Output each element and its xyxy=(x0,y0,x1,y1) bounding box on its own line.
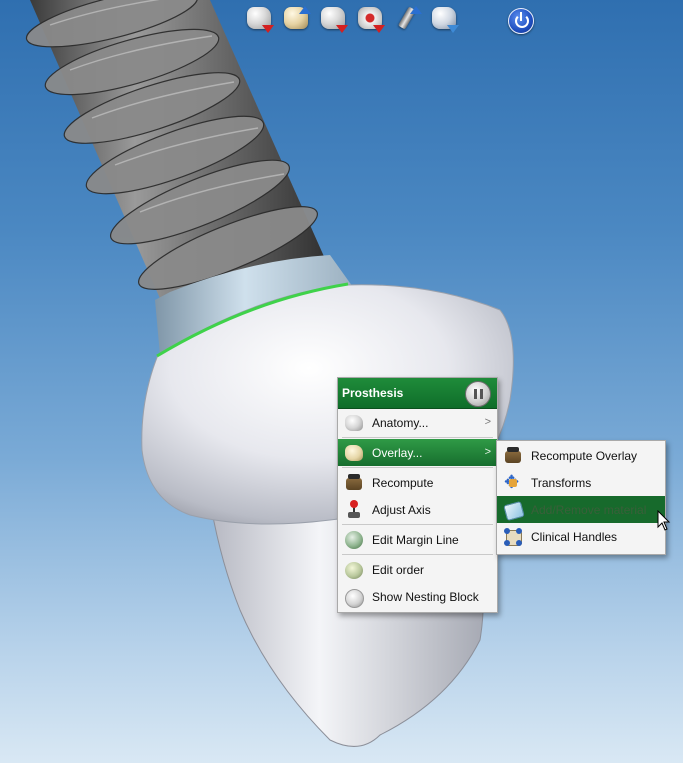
top-toolbar xyxy=(244,4,535,35)
anatomy-icon xyxy=(344,413,364,433)
chevron-right-icon: > xyxy=(484,446,491,458)
menu-item-label: Anatomy... xyxy=(372,415,429,430)
menu-item-adjust-axis[interactable]: Adjust Axis xyxy=(338,496,497,523)
add-remove-material-icon xyxy=(503,500,525,521)
menu-header: Prosthesis xyxy=(338,378,497,409)
menu-item-label: Edit Margin Line xyxy=(372,532,459,547)
submenu-item-clinical-handles[interactable]: Clinical Handles xyxy=(497,523,665,550)
menu-item-label: Recompute Overlay xyxy=(531,448,638,463)
menu-item-edit-order[interactable]: Edit order xyxy=(338,556,497,583)
menu-title: Prosthesis xyxy=(342,386,404,400)
3d-viewport[interactable]: Prosthesis Anatomy... > Overlay... > Rec… xyxy=(0,0,683,763)
menu-item-label: Transforms xyxy=(531,475,592,490)
nesting-block-icon xyxy=(344,587,364,608)
tooth-export-tool-icon[interactable] xyxy=(318,4,349,35)
chevron-right-icon: > xyxy=(484,416,491,428)
transforms-icon xyxy=(503,472,523,493)
margin-line-icon xyxy=(344,530,364,550)
menu-item-label: Recompute xyxy=(372,475,434,490)
submenu-item-add-remove-material[interactable]: Add/Remove material xyxy=(497,496,665,523)
overlay-submenu: Recompute Overlay Transforms Add/Remove … xyxy=(496,440,666,555)
clinical-handles-icon xyxy=(503,527,523,547)
recompute-icon xyxy=(344,473,364,493)
shape-tool-icon[interactable] xyxy=(429,4,460,35)
submenu-item-transforms[interactable]: Transforms xyxy=(497,469,665,496)
menu-item-label: Show Nesting Block xyxy=(372,589,479,604)
adjust-axis-icon xyxy=(344,499,364,520)
menu-separator xyxy=(342,437,493,438)
recompute-overlay-icon xyxy=(503,446,523,466)
pen-tool-icon[interactable] xyxy=(392,4,423,35)
menu-item-label: Clinical Handles xyxy=(531,529,618,544)
pause-icon[interactable] xyxy=(465,381,491,407)
menu-item-label: Edit order xyxy=(372,562,425,577)
menu-item-recompute[interactable]: Recompute xyxy=(338,469,497,496)
menu-separator xyxy=(342,554,493,555)
menu-item-edit-margin-line[interactable]: Edit Margin Line xyxy=(338,526,497,553)
mouse-pointer-icon xyxy=(657,510,671,531)
scan-tool-icon[interactable] xyxy=(355,4,386,35)
tooth-import-tool-icon[interactable] xyxy=(281,4,312,35)
menu-item-label: Add/Remove material xyxy=(531,502,647,517)
menu-item-label: Adjust Axis xyxy=(372,502,431,517)
submenu-item-recompute-overlay[interactable]: Recompute Overlay xyxy=(497,442,665,469)
tooth-remove-tool-icon[interactable] xyxy=(244,4,275,35)
edit-order-icon xyxy=(344,560,364,580)
overlay-icon xyxy=(344,443,364,463)
prosthesis-context-menu: Prosthesis Anatomy... > Overlay... > Rec… xyxy=(337,377,498,613)
menu-item-show-nesting-block[interactable]: Show Nesting Block xyxy=(338,583,497,610)
menu-item-anatomy[interactable]: Anatomy... > xyxy=(338,409,497,436)
menu-separator xyxy=(342,467,493,468)
power-icon[interactable] xyxy=(504,4,535,35)
menu-item-overlay[interactable]: Overlay... > xyxy=(338,439,497,466)
menu-separator xyxy=(342,524,493,525)
menu-item-label: Overlay... xyxy=(372,445,423,460)
